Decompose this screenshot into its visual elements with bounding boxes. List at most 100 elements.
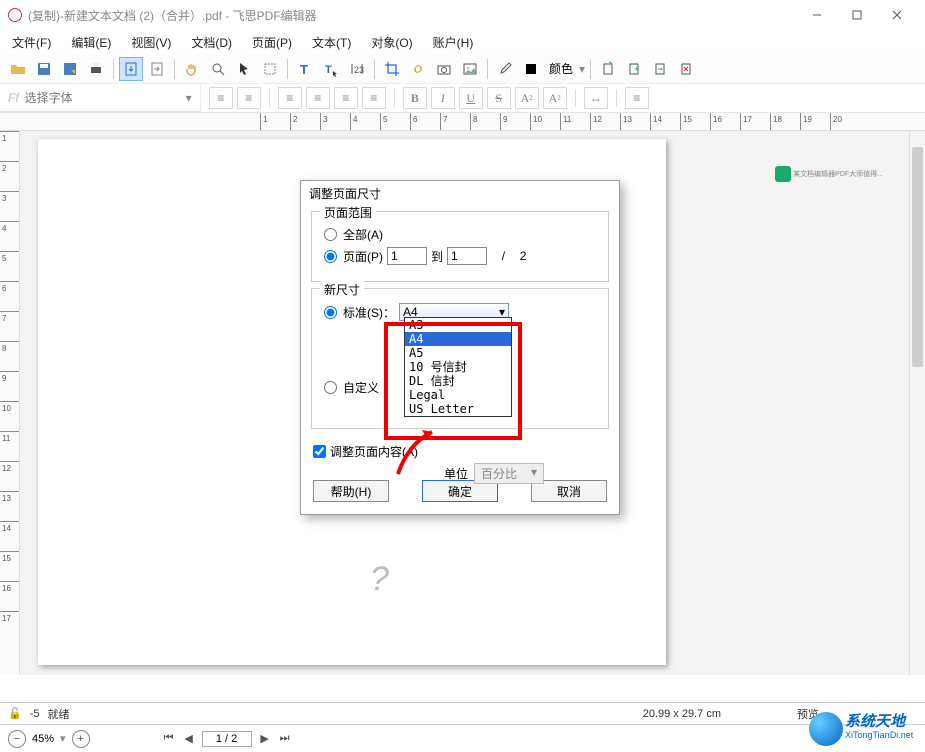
crop-icon[interactable] <box>380 57 404 81</box>
close-button[interactable] <box>877 2 917 28</box>
page-range-group: 页面范围 全部(A) 页面(P) 到 / 2 <box>311 211 609 282</box>
zoom-value: 45% <box>32 733 54 745</box>
save-as-icon[interactable] <box>58 57 82 81</box>
page-to-input[interactable] <box>447 247 487 265</box>
first-page-button[interactable]: ⏮ <box>162 732 176 745</box>
svg-text:+: + <box>634 64 639 74</box>
size-option[interactable]: 10 号信封 <box>405 360 511 374</box>
radio-custom[interactable] <box>324 381 337 394</box>
zoom-out-button[interactable]: − <box>8 730 26 748</box>
next-page-button[interactable]: ▶ <box>258 732 272 745</box>
doc-add-icon[interactable]: + <box>622 57 646 81</box>
image-icon[interactable] <box>458 57 482 81</box>
unit-select[interactable]: 百分比 ▾ <box>474 463 544 484</box>
page-total: 2 <box>520 249 527 263</box>
zoom-in-button[interactable]: + <box>72 730 90 748</box>
superscript-button[interactable]: A2 <box>515 87 539 109</box>
status-ready: 就绪 <box>47 706 69 722</box>
watermark-icon <box>809 712 843 746</box>
size-option[interactable]: US Letter <box>405 402 511 416</box>
menu-file[interactable]: 文件(F) <box>8 32 55 53</box>
align-justify-icon[interactable]: ≡ <box>362 87 386 109</box>
bottom-nav: − 45% ▾ + ⏮ ◀ ▶ ⏭ <box>0 724 925 752</box>
italic-button[interactable]: I <box>431 87 455 109</box>
custom-label: 自定义 <box>343 379 379 396</box>
adjust-content-checkbox[interactable] <box>313 445 326 458</box>
doc-delete-icon[interactable] <box>674 57 698 81</box>
color-dropdown-icon[interactable]: ▾ <box>579 62 585 76</box>
doc-rotate-icon[interactable] <box>596 57 620 81</box>
select-rect-icon[interactable] <box>258 57 282 81</box>
pointer-icon[interactable] <box>232 57 256 81</box>
menu-edit[interactable]: 编辑(E) <box>67 32 115 53</box>
indent-left-icon[interactable]: ≡ <box>209 87 233 109</box>
menu-document[interactable]: 文档(D) <box>187 32 236 53</box>
text-spacing-icon[interactable]: 23 <box>345 57 369 81</box>
subscript-button[interactable]: A2 <box>543 87 567 109</box>
doc-arrow-icon[interactable] <box>648 57 672 81</box>
align-right-icon[interactable]: ≡ <box>334 87 358 109</box>
radio-standard[interactable] <box>324 306 337 319</box>
link-icon[interactable] <box>406 57 430 81</box>
zoom-icon[interactable] <box>206 57 230 81</box>
scroll-thumb[interactable] <box>912 147 923 367</box>
help-button[interactable]: 帮助(H) <box>313 480 389 502</box>
chevron-down-icon: ▾ <box>531 465 537 482</box>
prev-page-button[interactable]: ◀ <box>182 732 196 745</box>
new-size-group: 新尺寸 标准(S)： A4 ▾ A3A4A510 号信封DL 信封LegalUS… <box>311 288 609 429</box>
save-icon[interactable] <box>32 57 56 81</box>
font-selector[interactable]: Ff ▾ <box>0 84 201 112</box>
size-option[interactable]: Legal <box>405 388 511 402</box>
watermark-logo: 系统天地 XiTongTianDi.net <box>809 708 923 750</box>
menu-bar: 文件(F) 编辑(E) 视图(V) 文档(D) 页面(P) 文本(T) 对象(O… <box>0 30 925 54</box>
menu-object[interactable]: 对象(O) <box>367 32 416 53</box>
print-icon[interactable] <box>84 57 108 81</box>
ruler-horizontal: 123 456 789 101112 131415 161718 1920 <box>0 113 925 131</box>
maximize-button[interactable] <box>837 2 877 28</box>
menu-text[interactable]: 文本(T) <box>308 32 355 53</box>
underline-button[interactable]: U <box>459 87 483 109</box>
menu-view[interactable]: 视图(V) <box>127 32 175 53</box>
font-input[interactable] <box>25 91 180 105</box>
size-option[interactable]: A3 <box>405 318 511 332</box>
eyedropper-icon[interactable] <box>493 57 517 81</box>
dialog-title: 调整页面尺寸 <box>301 181 619 205</box>
size-dropdown[interactable]: A3A4A510 号信封DL 信封LegalUS Letter <box>404 317 512 417</box>
radio-pages[interactable] <box>324 250 337 263</box>
camera-icon[interactable] <box>432 57 456 81</box>
char-spacing-icon[interactable]: ↔ <box>584 87 608 109</box>
radio-pages-label: 页面(P) <box>343 248 383 265</box>
badge-text: 某文档编辑器PDF大师值得... <box>793 169 883 179</box>
size-option[interactable]: A4 <box>405 332 511 346</box>
arrow-right-tool-icon[interactable] <box>145 57 169 81</box>
align-center-icon[interactable]: ≡ <box>306 87 330 109</box>
minimize-button[interactable] <box>797 2 837 28</box>
menu-page[interactable]: 页面(P) <box>248 32 296 53</box>
indent-right-icon[interactable]: ≡ <box>237 87 261 109</box>
page-range-label: 页面范围 <box>320 204 376 221</box>
page-number-input[interactable] <box>202 731 252 747</box>
size-option[interactable]: A5 <box>405 346 511 360</box>
strike-button[interactable]: S <box>487 87 511 109</box>
line-spacing-icon[interactable]: ≡ <box>625 87 649 109</box>
color-swatch-icon[interactable] <box>519 57 543 81</box>
chevron-down-icon[interactable]: ▾ <box>186 91 192 105</box>
text-select-icon[interactable]: T <box>319 57 343 81</box>
svg-text:T: T <box>300 62 308 77</box>
size-option[interactable]: DL 信封 <box>405 374 511 388</box>
page-dimensions: 20.99 x 29.7 cm <box>643 708 721 720</box>
open-icon[interactable] <box>6 57 30 81</box>
arrow-down-tool-icon[interactable] <box>119 57 143 81</box>
hand-tool-icon[interactable] <box>180 57 204 81</box>
align-left-icon[interactable]: ≡ <box>278 87 302 109</box>
annotation-red-arrow <box>388 424 448 478</box>
main-toolbar: T T 23 颜色 ▾ + <box>0 54 925 84</box>
menu-account[interactable]: 账户(H) <box>429 32 478 53</box>
scrollbar-vertical[interactable] <box>909 131 925 675</box>
text-tool-icon[interactable]: T <box>293 57 317 81</box>
radio-all[interactable] <box>324 228 337 241</box>
page-from-input[interactable] <box>387 247 427 265</box>
zoom-dropdown-icon[interactable]: ▾ <box>60 732 66 745</box>
bold-button[interactable]: B <box>403 87 427 109</box>
last-page-button[interactable]: ⏭ <box>278 732 292 745</box>
